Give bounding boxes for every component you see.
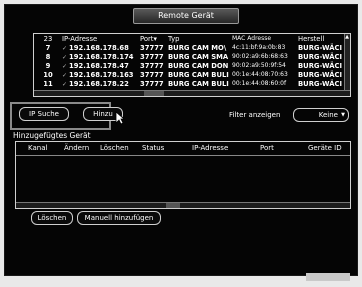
row-manufacturer: BURG-WÄCI bbox=[298, 52, 342, 61]
filter-value: Keine bbox=[318, 111, 338, 119]
row-port: 37777 bbox=[140, 43, 164, 52]
column-port[interactable]: Port bbox=[260, 144, 274, 152]
row-port: 37777 bbox=[140, 79, 164, 88]
column-count[interactable]: 23 bbox=[34, 34, 62, 43]
column-port[interactable]: Port▾ bbox=[140, 34, 168, 43]
horizontal-scrollbar[interactable] bbox=[34, 90, 350, 96]
column-manufacturer[interactable]: Herstell bbox=[298, 34, 350, 43]
row-manufacturer: BURG-WÄCI bbox=[298, 79, 342, 88]
checkbox-icon[interactable]: ✓ bbox=[62, 81, 67, 88]
remote-device-dialog: Remote Gerät 23 IP-Adresse Port▾ Typ MAC… bbox=[4, 4, 358, 276]
column-edit[interactable]: Ändern bbox=[64, 144, 89, 152]
chevron-down-icon: ▼ bbox=[341, 112, 345, 118]
row-number: 7 bbox=[45, 43, 51, 52]
column-device-id[interactable]: Geräte ID bbox=[308, 144, 342, 152]
row-ip: ✓ 192.168.178.174 bbox=[62, 52, 134, 61]
added-table-header: Kanal Ändern Löschen Status IP-Adresse P… bbox=[16, 144, 350, 154]
device-table-header: 23 IP-Adresse Port▾ Typ MAC Adresse Hers… bbox=[34, 34, 350, 43]
column-type[interactable]: Typ bbox=[168, 34, 232, 43]
table-row[interactable]: 11 ✓ 192.168.178.22 37777 BURG CAM BULI 0… bbox=[34, 79, 350, 88]
scrollbar-thumb[interactable] bbox=[144, 91, 164, 96]
column-status[interactable]: Status bbox=[142, 144, 164, 152]
row-number: 10 bbox=[43, 70, 53, 79]
filter-select[interactable]: Keine ▼ bbox=[293, 108, 349, 122]
row-mac: 90:02:a9:6b:68:63 bbox=[232, 53, 288, 60]
window-title: Remote Gerät bbox=[133, 8, 239, 24]
row-manufacturer: BURG-WÄCI bbox=[298, 61, 342, 70]
checkbox-icon[interactable]: ✓ bbox=[62, 45, 67, 52]
column-ip[interactable]: IP-Adresse bbox=[192, 144, 228, 152]
checkbox-icon[interactable]: ✓ bbox=[62, 54, 67, 61]
table-row[interactable]: 10 ✓ 192.168.178.163 37777 BURG CAM BULI … bbox=[34, 70, 350, 79]
row-type: BURG CAM SMA bbox=[168, 52, 229, 61]
horizontal-scrollbar[interactable] bbox=[16, 202, 350, 208]
row-port: 37777 bbox=[140, 52, 164, 61]
row-number: 8 bbox=[45, 52, 51, 61]
row-port: 37777 bbox=[140, 61, 164, 70]
device-search-table: 23 IP-Adresse Port▾ Typ MAC Adresse Hers… bbox=[33, 33, 351, 97]
row-manufacturer: BURG-WÄCI bbox=[298, 43, 342, 52]
ip-search-button[interactable]: IP Suche bbox=[19, 107, 69, 121]
scrollbar-thumb[interactable] bbox=[166, 203, 180, 208]
row-ip: ✓ 192.168.178.22 bbox=[62, 79, 129, 88]
row-ip: ✓ 192.168.178.47 bbox=[62, 61, 129, 70]
row-type: BURG CAM MO\ bbox=[168, 43, 227, 52]
table-row[interactable]: 9 ✓ 192.168.178.47 37777 BURG CAM DON 90:… bbox=[34, 61, 350, 70]
row-mac: 00:1e:44:08:70:63 bbox=[232, 71, 288, 78]
row-type: BURG CAM BULI bbox=[168, 70, 229, 79]
sort-arrow-icon: ▾ bbox=[153, 34, 157, 43]
scroll-up-icon[interactable]: ▲ bbox=[345, 34, 349, 40]
manual-add-button[interactable]: Manuell hinzufügen bbox=[77, 211, 161, 225]
mouse-pointer-icon bbox=[115, 111, 125, 125]
column-channel[interactable]: Kanal bbox=[28, 144, 47, 152]
header-divider bbox=[16, 155, 350, 156]
row-type: BURG CAM DON bbox=[168, 61, 229, 70]
row-ip: ✓ 192.168.178.68 bbox=[62, 43, 129, 52]
column-ip[interactable]: IP-Adresse bbox=[62, 34, 140, 43]
row-port: 37777 bbox=[140, 70, 164, 79]
column-mac[interactable]: MAC Adresse bbox=[232, 34, 298, 43]
checkbox-icon[interactable]: ✓ bbox=[62, 63, 67, 70]
added-devices-table: Kanal Ändern Löschen Status IP-Adresse P… bbox=[15, 141, 351, 209]
checkbox-icon[interactable]: ✓ bbox=[62, 72, 67, 79]
row-mac: 90:02:a9:50:9f:54 bbox=[232, 62, 286, 69]
row-number: 9 bbox=[45, 61, 51, 70]
column-delete[interactable]: Löschen bbox=[100, 144, 129, 152]
watermark-logo bbox=[306, 273, 350, 281]
row-mac: 00:1e:44:08:60:0f bbox=[232, 80, 287, 87]
row-manufacturer: BURG-WÄCI bbox=[298, 70, 342, 79]
row-type: BURG CAM BULI bbox=[168, 79, 229, 88]
vertical-scrollbar[interactable]: ▲ bbox=[344, 34, 350, 96]
added-devices-title: Hinzugefügtes Gerät bbox=[13, 131, 91, 140]
filter-label: Filter anzeigen bbox=[229, 111, 281, 119]
row-number: 11 bbox=[43, 79, 53, 88]
table-row[interactable]: 7 ✓ 192.168.178.68 37777 BURG CAM MO\ 4c:… bbox=[34, 43, 350, 52]
table-row[interactable]: 8 ✓ 192.168.178.174 37777 BURG CAM SMA 90… bbox=[34, 52, 350, 61]
row-ip: ✓ 192.168.178.163 bbox=[62, 70, 134, 79]
row-mac: 4c:11:bf:9a:0b:83 bbox=[232, 44, 286, 51]
delete-button[interactable]: Löschen bbox=[31, 211, 73, 225]
